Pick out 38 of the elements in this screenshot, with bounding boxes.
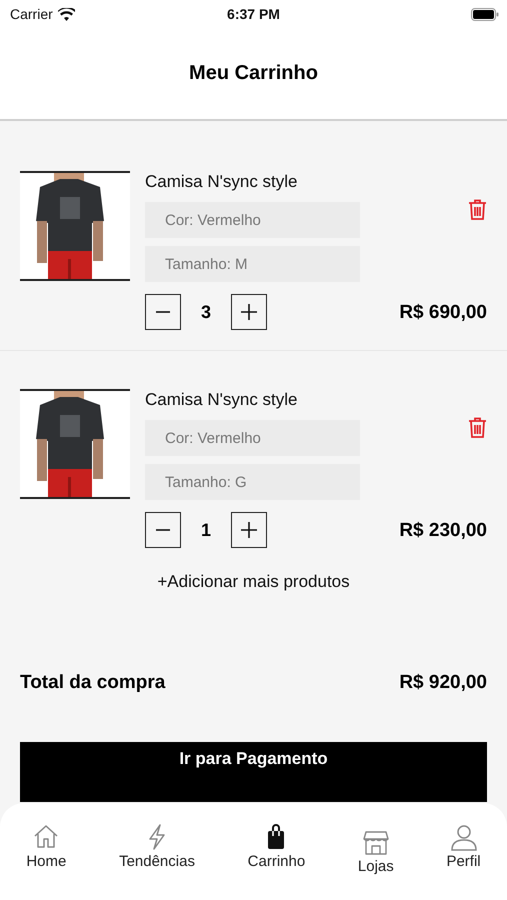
plus-icon — [240, 303, 258, 321]
tab-item[interactable]: Tendências — [115, 823, 199, 878]
size-field[interactable]: Tamanho: G — [145, 464, 360, 500]
checkout-button[interactable]: Ir para Pagamento — [20, 742, 487, 802]
tab-item[interactable]: Lojas — [354, 823, 398, 878]
tab-item[interactable]: Home — [22, 823, 70, 878]
size-field[interactable]: Tamanho: M — [145, 246, 360, 282]
quantity-value: 1 — [200, 520, 212, 540]
battery-icon — [471, 8, 499, 20]
product-name: Camisa N'sync style — [145, 389, 299, 411]
minus-icon — [155, 311, 171, 313]
quantity-value: 3 — [200, 302, 212, 322]
item-price: R$ 690,00 — [399, 302, 487, 324]
color-field[interactable]: Cor: Vermelho — [145, 420, 360, 456]
increase-button[interactable] — [231, 294, 267, 330]
decrease-button[interactable] — [145, 512, 181, 548]
delete-button[interactable] — [468, 199, 487, 220]
wifi-icon — [58, 8, 75, 20]
tab-item[interactable]: Carrinho — [244, 823, 310, 878]
total-label: Total da compra — [20, 672, 166, 694]
increase-button[interactable] — [231, 512, 267, 548]
tab-item[interactable]: Perfil — [442, 823, 485, 878]
color-field[interactable]: Cor: Vermelho — [145, 202, 360, 238]
add-more-link[interactable]: +Adicionar mais produtos — [157, 572, 350, 592]
total-value: R$ 920,00 — [399, 672, 487, 694]
carrier-name: Carrier — [10, 6, 53, 22]
product-name: Camisa N'sync style — [145, 171, 299, 193]
trash-icon — [468, 199, 487, 220]
item-price: R$ 230,00 — [399, 520, 487, 542]
user-icon — [450, 823, 478, 851]
decrease-button[interactable] — [145, 294, 181, 330]
trash-icon — [468, 417, 487, 438]
clock-time: 6:37 PM — [227, 6, 280, 22]
plus-icon — [240, 521, 258, 539]
delete-button[interactable] — [468, 417, 487, 438]
screen-title: Meu Carrinho — [189, 62, 318, 85]
home-icon — [32, 823, 60, 851]
minus-icon — [155, 529, 171, 531]
